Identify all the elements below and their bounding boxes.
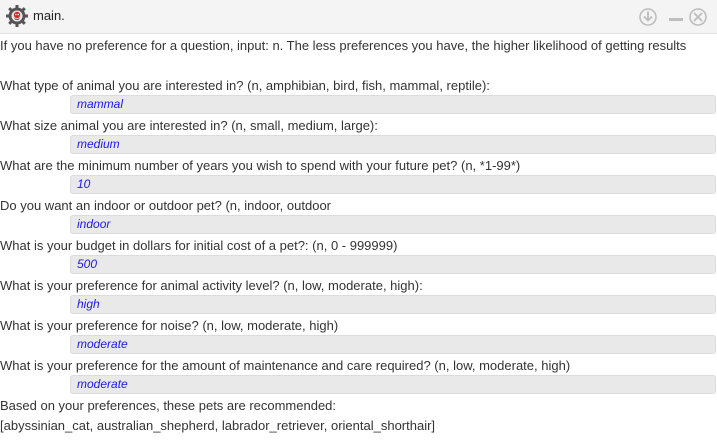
question-budget: What is your budget in dollars for initi… — [0, 238, 398, 253]
question-size: What size animal you are interested in? … — [0, 118, 378, 133]
answer-activity-field[interactable]: high — [70, 295, 716, 314]
app-window: main. If you have no preference for a qu… — [0, 0, 717, 440]
question-maintenance: What is your preference for the amount o… — [0, 358, 571, 373]
question-activity: What is your preference for animal activ… — [0, 278, 423, 293]
question-noise: What is your preference for noise? (n, l… — [0, 318, 339, 333]
answer-maintenance-field[interactable]: moderate — [70, 375, 716, 394]
answer-type-field[interactable]: mammal — [70, 95, 716, 114]
result-heading: Based on your preferences, these pets ar… — [0, 398, 337, 413]
question-indoor: Do you want an indoor or outdoor pet? (n… — [0, 198, 331, 213]
download-icon[interactable] — [638, 7, 658, 27]
answer-indoor-field[interactable]: indoor — [70, 215, 716, 234]
intro-text: If you have no preference for a question… — [0, 38, 687, 53]
answer-size-field[interactable]: medium — [70, 135, 716, 154]
gear-icon — [6, 5, 28, 27]
question-years: What are the minimum number of years you… — [0, 158, 521, 173]
answer-budget-field[interactable]: 500 — [70, 255, 716, 274]
question-type: What type of animal you are interested i… — [0, 78, 490, 93]
result-list: [abyssinian_cat, australian_shepherd, la… — [0, 418, 436, 433]
close-icon[interactable] — [688, 7, 708, 27]
answer-noise-field[interactable]: moderate — [70, 335, 716, 354]
title-bar: main. — [0, 0, 717, 34]
answer-years-field[interactable]: 10 — [70, 175, 716, 194]
window-title: main. — [33, 8, 65, 23]
minimize-icon[interactable] — [666, 7, 686, 27]
